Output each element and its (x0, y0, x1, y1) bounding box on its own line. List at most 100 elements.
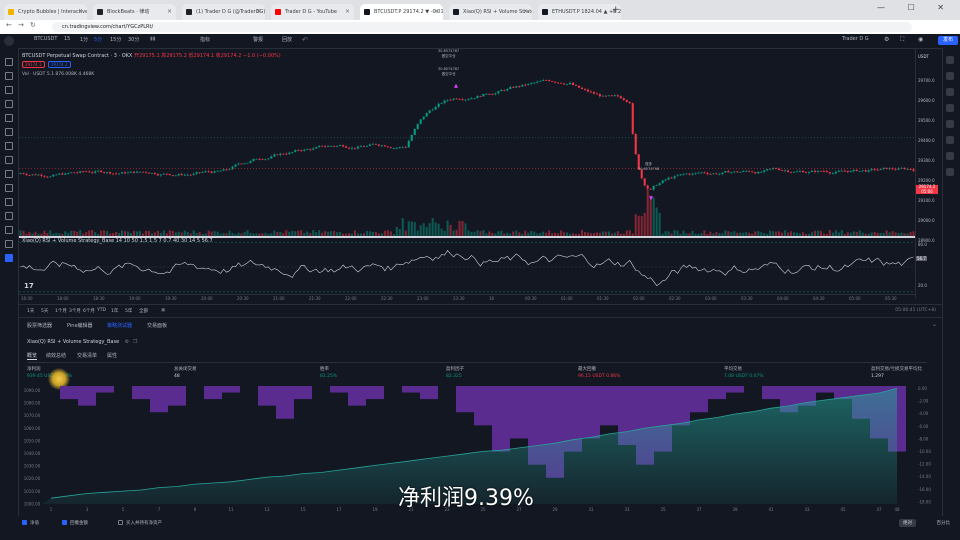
crosshair-icon[interactable] (5, 58, 13, 66)
bottom-tab-2[interactable]: 策略测试器 (107, 322, 132, 329)
sell-price-pill[interactable]: 29174.1 (22, 61, 45, 68)
clock[interactable]: 05:06:41 (UTC+8) (895, 308, 936, 313)
indicators-button[interactable]: 指标 (200, 36, 210, 43)
back-icon[interactable]: ← (6, 21, 12, 29)
legend-toggle-1[interactable]: 回撤金额 (62, 520, 88, 526)
range-6[interactable]: 1年 (111, 308, 118, 314)
fib-icon[interactable] (5, 86, 13, 94)
pattern-icon[interactable] (5, 100, 13, 108)
ideas-icon[interactable] (946, 120, 954, 128)
ruler-icon[interactable] (5, 170, 13, 178)
symbol-search[interactable]: BTCUSDT (34, 36, 57, 42)
trendline-icon[interactable] (5, 72, 13, 80)
candle-body (500, 89, 503, 92)
legend-toggle-0[interactable]: 净值 (22, 520, 39, 526)
strategy-subtab-3[interactable]: 属性 (107, 352, 117, 359)
strategy-subtab-2[interactable]: 交易清单 (77, 352, 97, 359)
interval-15[interactable]: 15分 (110, 36, 121, 43)
reload-icon[interactable]: ↻ (30, 21, 36, 29)
browser-tab[interactable]: BlockBeats · 律动 × (93, 4, 176, 20)
strategy-name[interactable]: Xiao(Q) RSI + Volume Strategy_Base ⚙ ❐ (27, 339, 137, 345)
text-icon[interactable] (5, 128, 13, 136)
collapse-icon[interactable]: ⌄ (932, 321, 937, 328)
checkbox[interactable] (118, 520, 123, 525)
camera-icon[interactable]: ◉ (918, 36, 923, 43)
calendar-range-icon[interactable]: ▣ (161, 308, 165, 313)
candle-body (700, 172, 703, 174)
close-tab-icon[interactable]: × (256, 4, 261, 20)
new-tab-button[interactable]: + (612, 5, 620, 15)
bottom-tab-1[interactable]: Pine编辑器 (67, 322, 93, 329)
prediction-icon[interactable] (5, 142, 13, 150)
user-avatar[interactable] (4, 36, 14, 46)
undo-icon[interactable]: ↶ (302, 36, 308, 44)
checkbox[interactable] (62, 520, 67, 525)
range-0[interactable]: 1天 (27, 308, 34, 314)
browser-tab[interactable]: Xiao(Q) RSI + Volume Strategy× (449, 4, 532, 20)
close-tab-icon[interactable]: × (167, 4, 172, 20)
interval-current[interactable]: 15 (64, 36, 70, 42)
zoom-icon[interactable] (5, 184, 13, 192)
layout-name[interactable]: Trader D G (842, 36, 869, 42)
close-tab-icon[interactable]: × (345, 4, 350, 20)
url-field[interactable]: cn.tradingview.com/chart/YGCzPLRt/ (52, 22, 912, 32)
close-tab-icon[interactable]: × (78, 4, 83, 20)
interval-1[interactable]: 1分 (80, 36, 88, 43)
lock-icon[interactable] (5, 212, 13, 220)
range-3[interactable]: 3个月 (69, 308, 81, 314)
range-8[interactable]: 全部 (139, 308, 148, 314)
replay-button[interactable]: 回放 (282, 36, 292, 43)
news-icon[interactable] (946, 104, 954, 112)
strategy-subtab-0[interactable]: 概览 (27, 352, 38, 360)
object-tree-icon[interactable] (5, 254, 13, 262)
strategy-settings-icon[interactable]: ⚙ (125, 339, 129, 345)
bottom-tab-3[interactable]: 交易面板 (147, 322, 167, 329)
absolute-toggle[interactable]: 绝对 (899, 519, 916, 527)
candle-body (718, 174, 721, 175)
brush-icon[interactable] (5, 114, 13, 122)
range-2[interactable]: 1个月 (55, 308, 67, 314)
copy-icon[interactable]: ❐ (133, 339, 137, 345)
legend-toggle-2[interactable]: 买入并持有净资产 (118, 520, 162, 526)
eye-icon[interactable] (5, 226, 13, 234)
window-controls[interactable]: — ☐ ✕ (877, 3, 954, 12)
calendar-icon[interactable] (946, 88, 954, 96)
alerts-icon[interactable] (946, 72, 954, 80)
interval-5[interactable]: 5分 (94, 36, 102, 43)
watchlist-icon[interactable] (946, 56, 954, 64)
checkbox[interactable] (22, 520, 27, 525)
browser-tab[interactable]: Crypto Bubbles | Interactive × (4, 4, 87, 20)
price-chart[interactable] (19, 48, 915, 236)
tradingview-logo[interactable]: 17 (24, 282, 34, 290)
percent-toggle[interactable]: 百分比 (937, 520, 951, 526)
forward-icon[interactable]: → (18, 21, 24, 29)
alert-button[interactable]: 警报 (253, 36, 263, 43)
browser-tab[interactable]: ETHUSDT.P 1824.04 ▲ +0.26%× (538, 4, 621, 20)
publish-button[interactable]: 发布 (938, 36, 958, 45)
browser-tab[interactable]: (1) Trader D G (@TraderDG) × (182, 4, 265, 20)
strategy-subtab-1[interactable]: 绩效总结 (46, 352, 66, 359)
range-1[interactable]: 5天 (41, 308, 48, 314)
notification-icon[interactable] (946, 152, 954, 160)
emoji-icon[interactable] (5, 156, 13, 164)
drawdown-bar (672, 386, 690, 426)
rsi-indicator-pane[interactable] (19, 236, 915, 296)
bottom-tab-0[interactable]: 股票筛选器 (27, 322, 52, 329)
browser-tab[interactable]: BTCUSDT.P 29174.2 ▼ -0.01% × (360, 4, 443, 20)
interval-30[interactable]: 30分 (128, 36, 139, 43)
candles-icon[interactable]: ▮▮ (150, 36, 156, 42)
settings-icon[interactable]: ⚙ (884, 36, 889, 43)
range-7[interactable]: 5年 (125, 308, 132, 314)
range-4[interactable]: 6个月 (83, 308, 95, 314)
close-tab-icon[interactable]: × (434, 4, 439, 20)
candle-body (625, 99, 628, 102)
chat-icon[interactable] (946, 136, 954, 144)
magnet-icon[interactable] (5, 198, 13, 206)
fullscreen-icon[interactable]: ⛶ (900, 36, 904, 44)
trash-icon[interactable] (5, 240, 13, 248)
help-icon[interactable] (946, 168, 954, 176)
buy-price-pill[interactable]: 29174.2 (47, 61, 71, 68)
browser-tab[interactable]: Trader D G - YouTube × (271, 4, 354, 20)
close-tab-icon[interactable]: × (523, 4, 528, 20)
range-5[interactable]: YTD (97, 308, 106, 313)
